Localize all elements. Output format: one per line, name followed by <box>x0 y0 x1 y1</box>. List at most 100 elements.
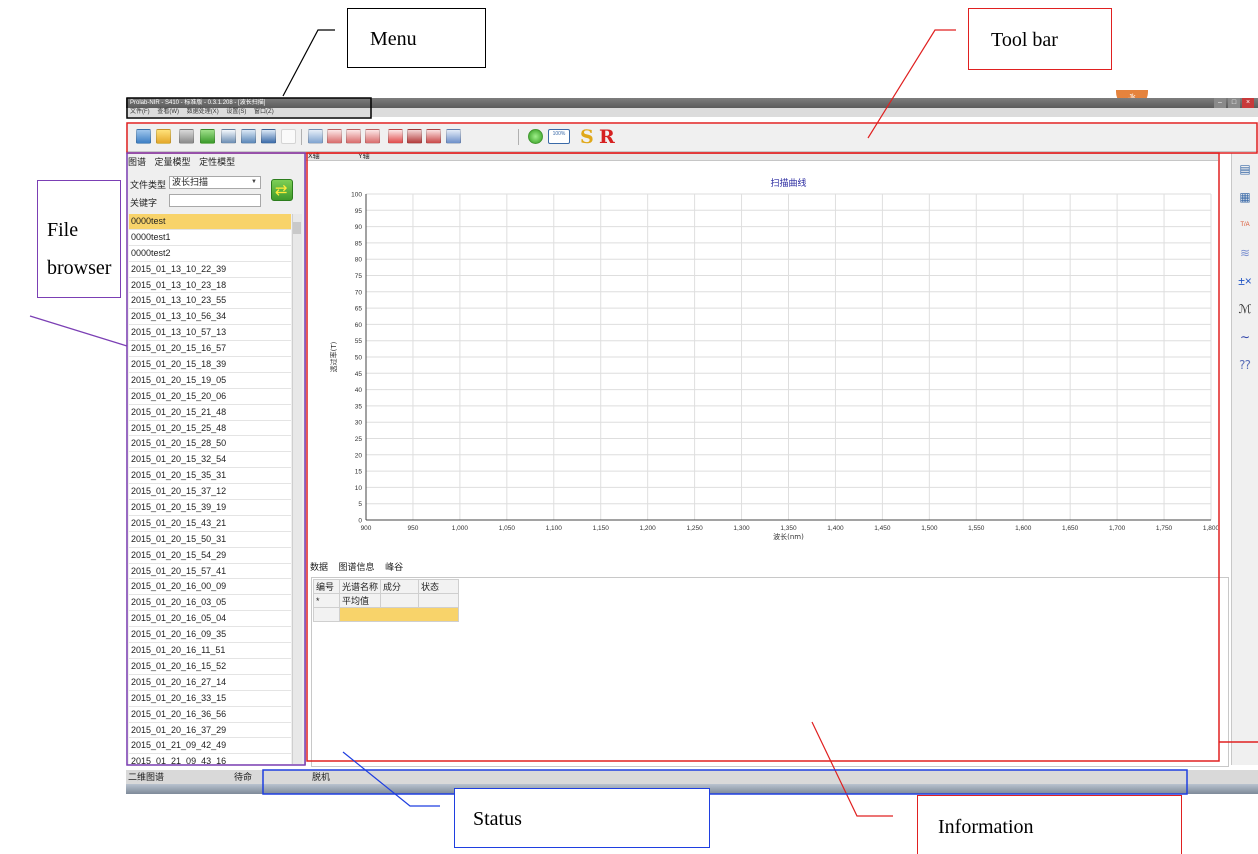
open-file-icon[interactable] <box>136 129 151 144</box>
y-tick-label: 100 <box>351 192 362 199</box>
percent-scale-icon[interactable]: 100% <box>548 129 570 144</box>
file-list[interactable]: 0000test 0000test1 0000test2 2015_01_13_10_… <box>129 214 291 764</box>
chart-view-icon[interactable]: ▤ <box>1238 162 1252 176</box>
refresh-button[interactable] <box>271 179 293 201</box>
table-view-icon[interactable]: ▦ <box>1238 190 1252 204</box>
list-item[interactable]: 0000test2 <box>129 246 291 262</box>
list-item[interactable]: 2015_01_20_16_33_15 <box>129 691 291 707</box>
zoom-x-icon[interactable] <box>365 129 380 144</box>
file-browser-callout: File browser <box>37 180 121 298</box>
list-item[interactable]: 2015_01_20_15_37_12 <box>129 484 291 501</box>
zoom-fit-icon[interactable] <box>327 129 342 144</box>
scrollbar-thumb[interactable] <box>293 222 301 234</box>
list-item[interactable]: 2015_01_20_15_35_31 <box>129 468 291 485</box>
file-browser-tabs: 图谱 定量模型 定性模型 <box>128 155 241 167</box>
list-item[interactable]: 2015_01_20_15_50_31 <box>129 532 291 548</box>
r-icon[interactable]: R <box>599 125 615 149</box>
table-cell-selected[interactable] <box>338 607 460 622</box>
undo-icon[interactable] <box>308 129 323 144</box>
list-item[interactable]: 2015_01_13_10_23_55 <box>129 293 291 310</box>
x-tick-label: 900 <box>361 525 372 532</box>
list-item[interactable]: 2015_01_20_15_19_05 <box>129 373 291 389</box>
maximize-button[interactable]: □ <box>1228 98 1240 108</box>
table-row[interactable]: * 平均值 <box>313 593 460 608</box>
menu-settings[interactable]: 设置(S) <box>226 109 246 115</box>
single-view-icon[interactable] <box>221 129 236 144</box>
run-icon[interactable] <box>528 129 543 144</box>
menu-window[interactable]: 窗口(Z) <box>254 109 274 115</box>
list-item[interactable]: 2015_01_20_15_21_48 <box>129 405 291 421</box>
list-item[interactable]: 0000test1 <box>129 230 291 246</box>
list-item[interactable]: 2015_01_20_15_54_29 <box>129 548 291 564</box>
crosshair-icon[interactable] <box>388 129 403 144</box>
axis-icon[interactable] <box>281 129 296 144</box>
list-item[interactable]: 2015_01_20_16_11_51 <box>129 643 291 659</box>
table-cell <box>380 593 420 608</box>
y-tick-label: 10 <box>355 485 363 492</box>
list-item[interactable]: 2015_01_13_10_22_39 <box>129 262 291 278</box>
list-item[interactable]: 2015_01_13_10_56_34 <box>129 309 291 326</box>
close-button[interactable]: × <box>1242 98 1254 108</box>
list-item[interactable]: 2015_01_20_15_18_39 <box>129 357 291 373</box>
grid-icon[interactable] <box>446 129 461 144</box>
list-item[interactable]: 2015_01_21_09_42_49 <box>129 738 291 755</box>
list-item[interactable]: 2015_01_21_09_43_16 <box>129 754 291 764</box>
menu-data-processing[interactable]: 数据处理(X) <box>187 109 219 115</box>
table-cell: * <box>313 593 340 608</box>
list-item[interactable]: 2015_01_13_10_57_13 <box>129 325 291 342</box>
minimize-button[interactable]: – <box>1214 98 1226 108</box>
spectra-overlay-icon[interactable]: ≋ <box>1238 246 1252 260</box>
chevron-down-icon[interactable]: ▼ <box>251 179 257 185</box>
file-type-select[interactable]: 波长扫描 <box>169 176 261 189</box>
tab-data[interactable]: 数据 <box>310 562 328 572</box>
tab-quantitative-model[interactable]: 定量模型 <box>155 157 191 167</box>
spectrum-view-icon[interactable] <box>241 129 256 144</box>
tab-qualitative-model[interactable]: 定性模型 <box>199 157 235 167</box>
menu-view[interactable]: 查看(W) <box>157 109 179 115</box>
y-tick-label: 85 <box>355 240 363 247</box>
list-item[interactable]: 2015_01_20_16_00_09 <box>129 579 291 596</box>
tab-spectrum-info[interactable]: 图谱信息 <box>339 562 375 572</box>
file-type-label: 文件类型 <box>130 180 167 190</box>
pick-point-icon[interactable] <box>407 129 422 144</box>
list-item[interactable]: 2015_01_13_10_23_18 <box>129 278 291 294</box>
ta-icon[interactable]: T/A <box>1238 218 1252 232</box>
tab-spectra[interactable]: 图谱 <box>128 157 146 167</box>
list-item[interactable]: 2015_01_20_15_16_57 <box>129 341 291 358</box>
keyword-input[interactable] <box>169 194 261 207</box>
list-item[interactable]: 2015_01_20_15_25_48 <box>129 421 291 437</box>
open-folder-icon[interactable] <box>156 129 171 144</box>
peak-mark-icon[interactable] <box>426 129 441 144</box>
list-item[interactable]: 2015_01_20_15_43_21 <box>129 516 291 532</box>
scan-chart[interactable]: 0 5 10 15 20 25 30 35 40 45 50 55 60 65 70 75 80 85 90 95 10… <box>306 153 1218 553</box>
peak-icon[interactable]: ℳ <box>1238 302 1252 316</box>
list-item[interactable]: 2015_01_20_15_28_50 <box>129 436 291 453</box>
list-item[interactable]: 2015_01_20_15_57_41 <box>129 564 291 580</box>
list-item[interactable]: 0000test <box>129 214 291 230</box>
list-item[interactable]: 2015_01_20_16_37_29 <box>129 723 291 739</box>
list-item[interactable]: 2015_01_20_15_20_06 <box>129 389 291 405</box>
list-item[interactable]: 2015_01_20_16_09_35 <box>129 627 291 644</box>
y-tick-label: 50 <box>355 355 363 362</box>
data-table[interactable]: 编号 光谱名称 成分 状态 * 平均值 <box>313 579 460 622</box>
list-item[interactable]: 2015_01_20_15_39_19 <box>129 500 291 516</box>
list-item[interactable]: 2015_01_20_16_36_56 <box>129 707 291 723</box>
menu-file[interactable]: 文件(F) <box>130 109 150 115</box>
export-icon[interactable] <box>200 129 215 144</box>
list-item[interactable]: 2015_01_20_16_15_52 <box>129 659 291 675</box>
compare-view-icon[interactable] <box>261 129 276 144</box>
unknown-spectrum-icon[interactable]: ⁇ <box>1238 358 1252 372</box>
list-item[interactable]: 2015_01_20_15_32_54 <box>129 452 291 469</box>
print-icon[interactable] <box>179 129 194 144</box>
list-item[interactable]: 2015_01_20_16_03_05 <box>129 595 291 612</box>
tab-peak-valley[interactable]: 峰谷 <box>385 562 403 572</box>
smooth-icon[interactable]: ∼ <box>1238 330 1252 344</box>
file-list-scrollbar[interactable] <box>292 214 302 764</box>
s-icon[interactable]: S <box>580 125 594 149</box>
zoom-y-icon[interactable] <box>346 129 361 144</box>
status-bar: 二维图谱 待命 脱机 <box>126 770 1258 784</box>
math-ops-icon[interactable]: ±× <box>1238 274 1252 288</box>
list-item[interactable]: 2015_01_20_16_27_14 <box>129 675 291 691</box>
table-row[interactable] <box>313 607 460 622</box>
list-item[interactable]: 2015_01_20_16_05_04 <box>129 611 291 628</box>
